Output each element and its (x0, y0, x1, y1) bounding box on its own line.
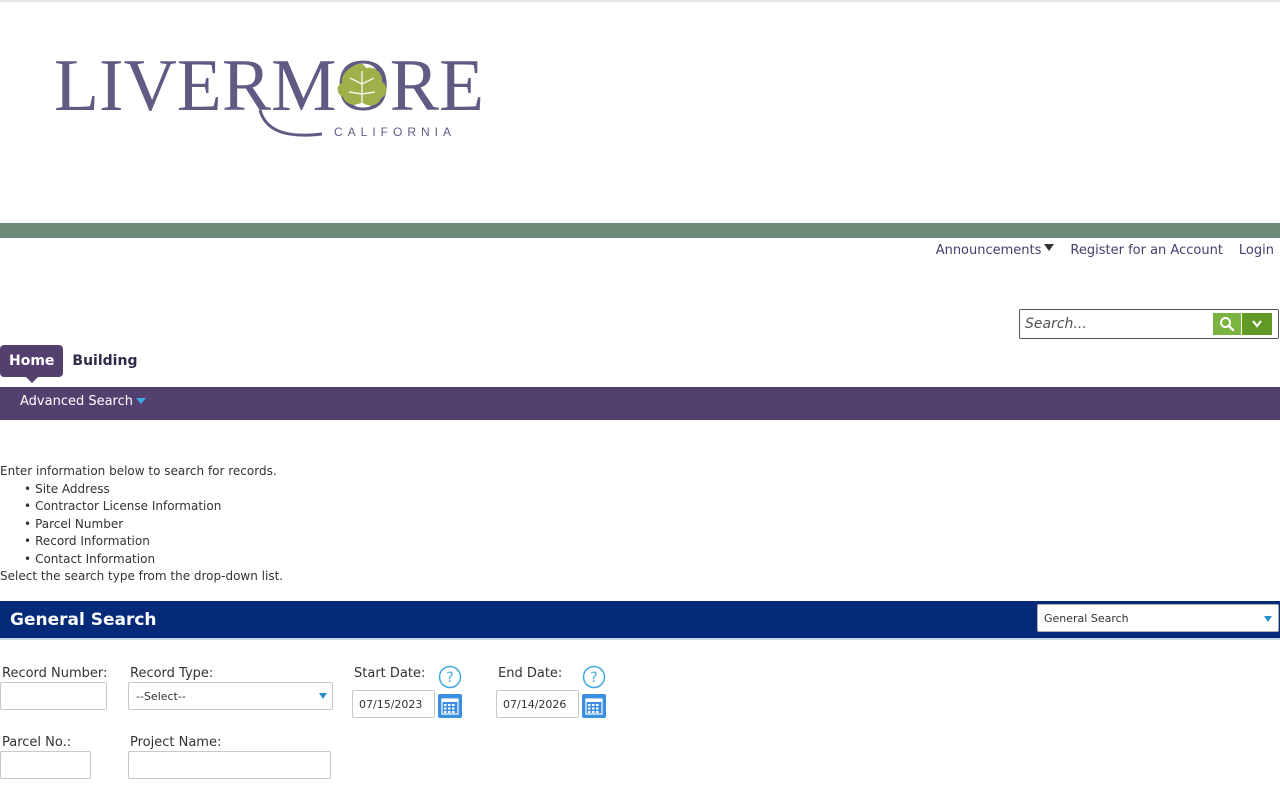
advanced-search-menu[interactable]: Advanced Search (20, 394, 147, 409)
record-type-label: Record Type: (130, 666, 214, 681)
list-item: Contact Information (0, 551, 283, 569)
tab-home[interactable]: Home (0, 345, 64, 383)
parcel-no-label: Parcel No.: (2, 735, 72, 750)
start-date-input[interactable]: 07/15/2023 (352, 690, 435, 718)
general-search-header: General Search General Search (0, 601, 1280, 640)
logo-wordmark: LIVERMORE (54, 50, 484, 127)
parcel-no-input[interactable] (0, 751, 91, 779)
record-type-value: --Select-- (136, 689, 186, 703)
list-item: Contractor License Information (0, 498, 283, 516)
help-icon[interactable]: ? (582, 665, 606, 689)
dropdown-arrow-icon (1264, 616, 1272, 622)
start-date-label: Start Date: (354, 666, 426, 681)
utility-nav: Announcements Register for an Account Lo… (936, 243, 1274, 258)
livermore-logo[interactable]: LIVERMORE CALIFORNIA (52, 50, 492, 150)
announcements-link[interactable]: Announcements (936, 243, 1055, 258)
top-rule (0, 0, 1280, 2)
calendar-icon (441, 698, 459, 715)
sub-navigation: Advanced Search (0, 387, 1280, 420)
calendar-icon (585, 698, 603, 715)
svg-text:?: ? (446, 670, 453, 686)
advanced-search-label: Advanced Search (20, 394, 134, 409)
global-search-input[interactable] (1020, 310, 1212, 338)
list-item: Parcel Number (0, 516, 283, 534)
module-tabs: Home Building (0, 345, 146, 387)
search-icon (1220, 317, 1235, 332)
end-date-input[interactable]: 07/14/2026 (496, 690, 579, 718)
caret-down-icon (136, 398, 147, 404)
search-button[interactable] (1213, 313, 1241, 335)
chevron-down-icon (1252, 320, 1262, 328)
record-number-label: Record Number: (2, 666, 108, 681)
login-link[interactable]: Login (1239, 243, 1274, 258)
svg-text:?: ? (590, 670, 597, 686)
search-type-select[interactable]: General Search (1037, 604, 1279, 632)
start-date-calendar-button[interactable] (438, 694, 462, 718)
tab-building[interactable]: Building (63, 345, 146, 377)
project-name-label: Project Name: (130, 735, 222, 750)
global-search (1019, 309, 1279, 339)
announcements-label: Announcements (935, 243, 1042, 258)
record-number-input[interactable] (0, 682, 107, 710)
project-name-input[interactable] (128, 751, 331, 779)
list-item: Site Address (0, 481, 283, 499)
dropdown-arrow-icon (319, 693, 327, 699)
register-link[interactable]: Register for an Account (1070, 243, 1223, 258)
caret-down-icon (1044, 244, 1055, 251)
search-options-list: Site Address Contractor License Informat… (0, 481, 283, 569)
search-options-button[interactable] (1242, 313, 1272, 335)
end-date-calendar-button[interactable] (582, 694, 606, 718)
list-item: Record Information (0, 533, 283, 551)
end-date-label: End Date: (498, 666, 563, 681)
logo-subtitle: CALIFORNIA (334, 125, 456, 139)
record-type-select[interactable]: --Select-- (128, 682, 333, 710)
instructions-footer: Select the search type from the drop-dow… (0, 569, 284, 583)
search-instructions: Enter information below to search for re… (0, 463, 283, 586)
help-icon[interactable]: ? (438, 665, 462, 689)
search-type-value: General Search (1044, 611, 1129, 625)
section-title: General Search (10, 610, 157, 630)
instructions-lead: Enter information below to search for re… (0, 464, 277, 478)
green-divider-bar (0, 223, 1280, 238)
